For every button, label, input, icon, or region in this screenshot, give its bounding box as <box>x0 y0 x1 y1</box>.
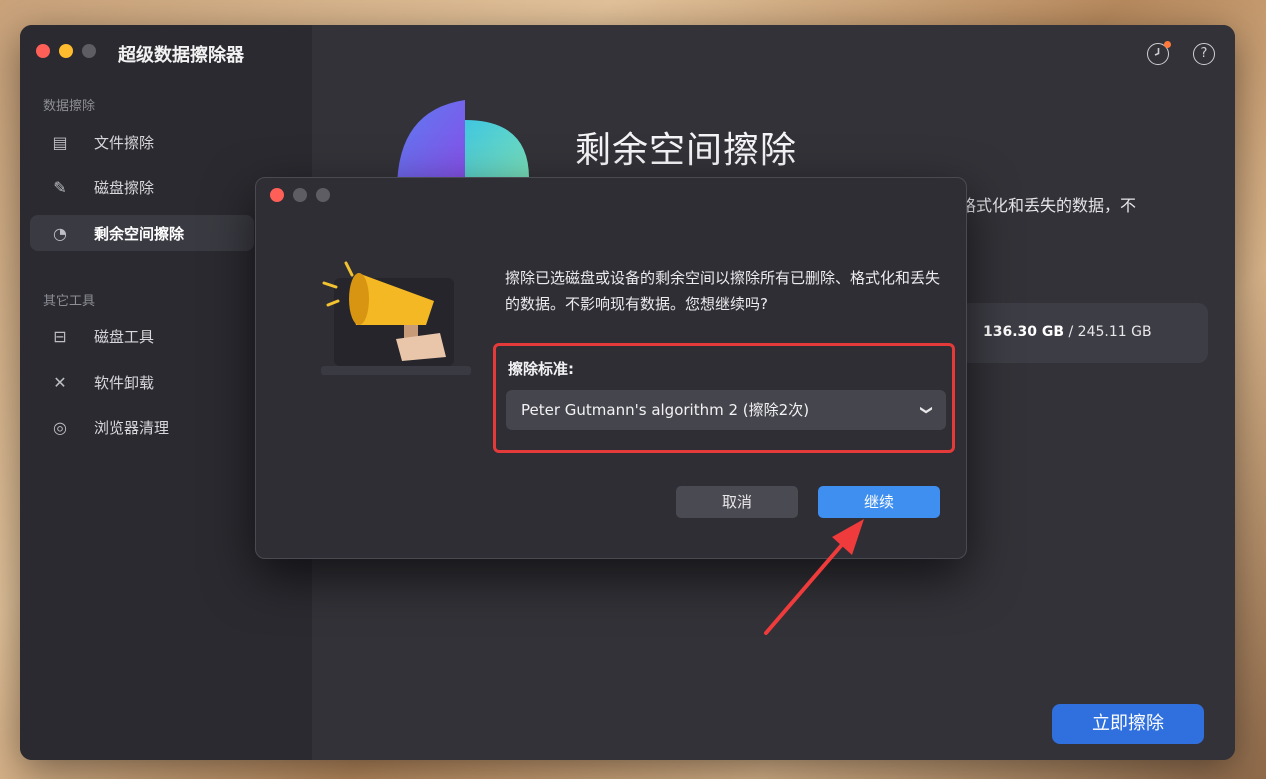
shredder-icon: ▤ <box>52 132 68 152</box>
disk-used: 136.30 GB <box>983 324 1065 340</box>
erase-now-button[interactable]: 立即擦除 <box>1052 704 1204 744</box>
app-title: 超级数据擦除器 <box>118 45 244 66</box>
annotation-arrow-icon <box>764 519 864 635</box>
window-controls <box>36 44 96 58</box>
minimize-button[interactable] <box>59 44 73 58</box>
confirm-dialog: 擦除已选磁盘或设备的剩余空间以擦除所有已删除、格式化和丢失的数据。不影响现有数据… <box>255 177 967 559</box>
dialog-window-controls <box>270 188 330 202</box>
erase-standard-label: 擦除标准: <box>508 360 574 378</box>
sidebar-item-disk-tool[interactable]: ⊟ 磁盘工具 <box>30 318 254 354</box>
continue-button[interactable]: 继续 <box>818 486 940 518</box>
close-button[interactable] <box>36 44 50 58</box>
erase-standard-select[interactable]: Peter Gutmann's algorithm 2 (擦除2次) ❯ <box>506 390 946 430</box>
sidebar-item-label: 文件擦除 <box>94 133 155 152</box>
section-label-data-erase: 数据擦除 <box>43 99 96 114</box>
sidebar-item-label: 软件卸载 <box>94 373 155 392</box>
sidebar-item-label: 磁盘擦除 <box>94 178 155 197</box>
page-description: 格式化和丢失的数据，不 <box>960 196 1137 215</box>
sidebar-item-browser-clean[interactable]: ◎ 浏览器清理 <box>30 409 254 445</box>
disk-total: / 245.11 GB <box>1064 324 1152 340</box>
disk-card[interactable]: 136.30 GB / 245.11 GB <box>960 303 1208 363</box>
sidebar-item-label: 剩余空间擦除 <box>94 224 185 243</box>
zoom-button[interactable] <box>82 44 96 58</box>
cancel-button[interactable]: 取消 <box>676 486 798 518</box>
dialog-minimize-button[interactable] <box>293 188 307 202</box>
disk-capacity: 136.30 GB / 245.11 GB <box>983 324 1152 340</box>
erase-standard-group: 擦除标准: Peter Gutmann's algorithm 2 (擦除2次)… <box>493 343 955 453</box>
sidebar-item-disk-erase[interactable]: ✎ 磁盘擦除 <box>30 169 254 205</box>
erase-standard-value: Peter Gutmann's algorithm 2 (擦除2次) <box>521 401 810 419</box>
dialog-close-button[interactable] <box>270 188 284 202</box>
help-icon[interactable]: ? <box>1193 43 1215 65</box>
sidebar-item-uninstall[interactable]: ✕ 软件卸载 <box>30 364 254 400</box>
megaphone-illustration <box>321 261 471 375</box>
dialog-message: 擦除已选磁盘或设备的剩余空间以擦除所有已删除、格式化和丢失的数据。不影响现有数据… <box>505 269 941 313</box>
sidebar-item-file-erase[interactable]: ▤ 文件擦除 <box>30 124 254 160</box>
history-icon[interactable] <box>1147 41 1171 65</box>
sidebar-item-free-space-erase[interactable]: ◔ 剩余空间擦除 <box>30 215 254 251</box>
section-label-other-tools: 其它工具 <box>43 294 96 309</box>
pie-chart-icon: ◔ <box>53 223 67 243</box>
page-title: 剩余空间擦除 <box>575 130 798 171</box>
uninstall-icon: ✕ <box>53 372 67 392</box>
dialog-zoom-button[interactable] <box>316 188 330 202</box>
disk-tool-icon: ⊟ <box>53 326 67 346</box>
sidebar-item-label: 浏览器清理 <box>94 418 170 437</box>
chevron-down-icon: ❯ <box>919 404 934 416</box>
browser-icon: ◎ <box>53 417 67 437</box>
notification-dot <box>1164 41 1171 48</box>
disk-erase-icon: ✎ <box>53 177 67 197</box>
sidebar-item-label: 磁盘工具 <box>94 327 155 346</box>
